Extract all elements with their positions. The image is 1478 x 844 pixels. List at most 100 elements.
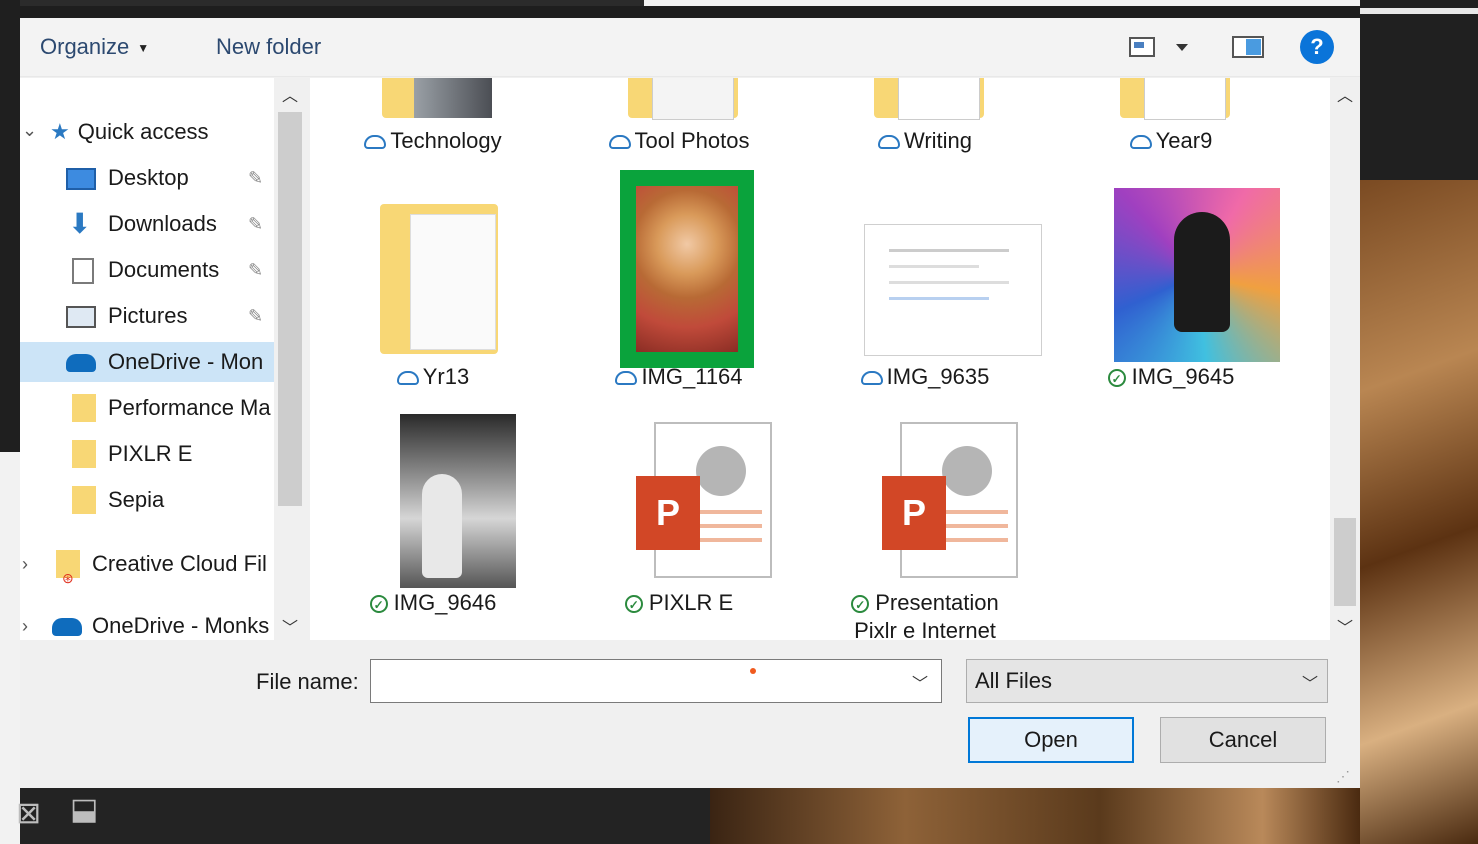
synced-check-icon: ✓ xyxy=(369,595,388,614)
cloud-status-icon xyxy=(608,135,631,150)
nav-item-desktop[interactable]: Desktop ✎ xyxy=(20,158,274,198)
change-view-button[interactable] xyxy=(1128,34,1198,60)
file-type-select[interactable]: All Files xyxy=(966,659,1328,703)
help-button[interactable]: ? xyxy=(1300,30,1334,64)
cloud-status-icon xyxy=(396,371,419,386)
onedrive-cloud-icon xyxy=(66,354,96,372)
onedrive-cloud-icon xyxy=(52,618,82,636)
file-label: IMG_1164 xyxy=(556,364,802,390)
cloud-status-icon xyxy=(364,135,387,150)
open-button[interactable]: Open xyxy=(968,717,1134,763)
nav-item-label: Pictures xyxy=(108,303,188,328)
folder-preview-page xyxy=(1144,78,1226,120)
desktop-icon xyxy=(66,168,96,190)
file-item-img-1164[interactable]: IMG_1164 xyxy=(556,170,802,398)
file-label-line2: Pixlr e Internet xyxy=(854,618,996,640)
file-item-technology[interactable]: Technology xyxy=(310,78,556,158)
file-label: ✓ IMG_9645 xyxy=(1048,364,1294,390)
expand-chevron-icon[interactable]: › xyxy=(22,616,28,637)
nav-item-performance[interactable]: Performance Ma xyxy=(20,388,274,428)
file-label: Technology xyxy=(310,128,556,154)
documents-icon xyxy=(72,258,94,284)
nav-item-sepia[interactable]: Sepia xyxy=(20,480,274,520)
file-item-yr13[interactable]: Yr13 xyxy=(310,188,556,398)
organize-button[interactable]: Organize ▼ xyxy=(40,32,149,62)
folder-preview-image xyxy=(414,78,492,118)
scroll-down-icon[interactable]: ﹀ xyxy=(282,614,298,638)
preview-pane-icon xyxy=(1232,36,1264,58)
nav-item-label: Downloads xyxy=(108,211,217,236)
powerpoint-icon: P xyxy=(882,476,946,550)
file-view: Technology Tool Photos Writing Year9 Yr1… xyxy=(310,78,1330,640)
folder-icon xyxy=(72,394,96,422)
nav-item-documents[interactable]: Documents ✎ xyxy=(20,250,274,290)
scroll-up-icon[interactable]: ︿ xyxy=(282,82,298,106)
file-name-input[interactable] xyxy=(370,659,942,703)
file-type-dropdown-icon[interactable]: ﹀ xyxy=(1302,670,1318,694)
photo-thumbnail xyxy=(1114,188,1280,362)
file-label: Yr13 xyxy=(310,364,556,390)
scroll-up-icon[interactable]: ︿ xyxy=(1337,82,1353,106)
content-scrollbar-thumb[interactable] xyxy=(1334,518,1356,606)
file-item-pixlr-e[interactable]: P ✓ PIXLR E xyxy=(556,414,802,624)
file-item-year9[interactable]: Year9 xyxy=(1048,78,1294,158)
file-label: Writing xyxy=(802,128,1048,154)
background-app-left-light xyxy=(0,452,20,844)
nav-item-pixlr-e[interactable]: PIXLR E xyxy=(20,434,274,474)
file-label: Tool Photos xyxy=(556,128,802,154)
nav-item-label: PIXLR E xyxy=(108,441,193,466)
expand-chevron-icon[interactable]: › xyxy=(22,554,28,575)
quick-access-label: Quick access xyxy=(77,119,209,144)
cloud-status-icon xyxy=(1129,135,1152,150)
resize-grip-icon[interactable]: ⋰ xyxy=(1336,768,1350,785)
file-item-img-9645[interactable]: ✓ IMG_9645 xyxy=(1048,188,1294,398)
download-arrow-icon: ⬇ xyxy=(68,208,92,239)
file-label: ✓ PIXLR E xyxy=(556,590,802,616)
open-file-dialog: Organize ▼ New folder ? ⌄ ★ Quick access D… xyxy=(20,18,1360,788)
nav-quick-access[interactable]: ★ Quick access xyxy=(50,112,274,152)
view-icon xyxy=(1129,37,1188,57)
cancel-button[interactable]: Cancel xyxy=(1160,717,1326,763)
crop-tool-icon[interactable]: ⊠ xyxy=(16,796,41,831)
nav-item-pictures[interactable]: Pictures ✎ xyxy=(20,296,274,336)
file-item-presentation[interactable]: P ✓ Presentation Pixlr e Internet xyxy=(802,414,1048,640)
nav-item-label: Desktop xyxy=(108,165,189,190)
photo-thumbnail xyxy=(400,414,516,588)
background-app-panel xyxy=(1360,0,1478,180)
file-item-img-9635[interactable]: IMG_9635 xyxy=(802,188,1048,398)
background-app-left xyxy=(0,0,20,452)
expand-chevron-icon[interactable]: ⌄ xyxy=(22,120,37,141)
cloud-status-icon xyxy=(860,371,883,386)
nav-item-onedrive-mon[interactable]: OneDrive - Mon xyxy=(20,342,274,382)
file-item-tool-photos[interactable]: Tool Photos xyxy=(556,78,802,158)
nav-item-label: OneDrive - Monks xyxy=(92,613,270,638)
file-item-writing[interactable]: Writing xyxy=(802,78,1048,158)
nav-item-label: OneDrive - Mon xyxy=(108,349,264,374)
folder-icon xyxy=(72,486,96,514)
synced-check-icon: ✓ xyxy=(624,595,643,614)
pin-icon: ✎ xyxy=(248,260,264,280)
scroll-down-icon[interactable]: ﹀ xyxy=(1337,614,1353,638)
nav-item-downloads[interactable]: ⬇ Downloads ✎ xyxy=(20,204,274,244)
cursor-indicator xyxy=(750,668,756,674)
nav-item-label: Performance Ma xyxy=(108,395,271,420)
preview-pane-button[interactable] xyxy=(1232,34,1264,60)
background-app-topbar xyxy=(0,0,644,6)
folder-preview-page xyxy=(652,78,734,120)
screenshot-thumbnail xyxy=(864,224,1042,356)
nav-item-label: Creative Cloud Fil xyxy=(92,551,267,576)
folder-icon xyxy=(72,440,96,468)
navigation-pane: ⌄ ★ Quick access Desktop ✎ ⬇ Downloads ✎ … xyxy=(20,78,306,640)
background-app-toolbar: ⊠ ⬓ xyxy=(16,788,710,844)
file-item-img-9646[interactable]: ✓ IMG_9646 xyxy=(310,414,556,624)
nav-item-creative-cloud[interactable]: ⊛ Creative Cloud Fil xyxy=(50,544,274,584)
creative-cloud-badge-icon: ⊛ xyxy=(62,570,74,584)
star-icon: ★ xyxy=(50,119,70,144)
photo-thumbnail xyxy=(636,186,738,352)
lock-tool-icon[interactable]: ⬓ xyxy=(70,792,98,827)
organize-label: Organize xyxy=(40,34,130,59)
nav-item-onedrive-monks[interactable]: OneDrive - Monks xyxy=(50,606,274,640)
new-folder-button[interactable]: New folder xyxy=(216,32,321,62)
nav-scrollbar-thumb[interactable] xyxy=(278,112,302,506)
file-name-dropdown-icon[interactable]: ﹀ xyxy=(912,670,928,694)
